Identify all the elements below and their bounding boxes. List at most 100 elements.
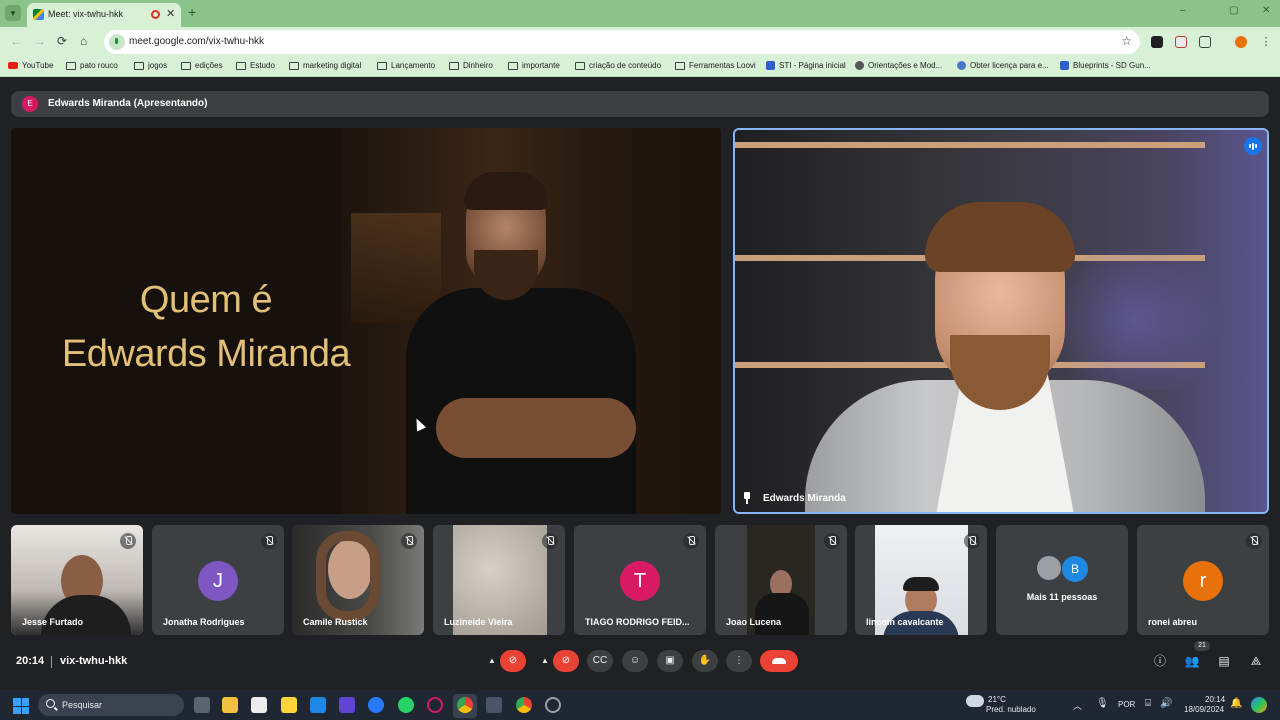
bookmark-jogos[interactable]: jogos: [134, 61, 167, 70]
folder-icon: [575, 61, 585, 70]
participant-tile[interactable]: T TIAGO RODRIGO FEID...: [574, 525, 706, 635]
copilot-icon[interactable]: [1251, 697, 1267, 713]
miro-icon[interactable]: [281, 697, 297, 713]
participant-tile[interactable]: r ronei abreu: [1137, 525, 1269, 635]
participant-tile[interactable]: Joao Lucena: [715, 525, 847, 635]
site-info-icon[interactable]: [109, 34, 125, 50]
bookmark-youtube[interactable]: YouTube: [8, 61, 53, 70]
opera-icon[interactable]: [427, 697, 443, 713]
tab-close-icon[interactable]: ✕: [166, 7, 175, 20]
minimize-button[interactable]: –: [1180, 5, 1186, 16]
tab-search-button[interactable]: ▾: [5, 5, 21, 21]
people-icon[interactable]: 👥: [1184, 653, 1200, 669]
participant-name: Camile Rustick: [303, 617, 368, 627]
participant-name: lincoln cavalcante: [866, 617, 944, 627]
participant-body: [755, 593, 809, 635]
mic-off-icon: [1246, 533, 1262, 549]
bookmark-obter-licenca[interactable]: Obter licença para e...: [957, 61, 1049, 70]
app-icon[interactable]: [486, 697, 502, 713]
bookmark-dinheiro[interactable]: Dinheiro: [449, 61, 493, 70]
bookmark-marketing-digital[interactable]: marketing digital: [289, 61, 361, 70]
pin-icon[interactable]: [743, 492, 751, 504]
mic-off-icon: [120, 533, 136, 549]
mic-toggle-button[interactable]: ⊘: [500, 650, 526, 672]
participant-avatar: r: [1183, 561, 1223, 601]
present-screen-button[interactable]: ▣: [657, 650, 683, 672]
app-icon[interactable]: [368, 697, 384, 713]
maximize-button[interactable]: ▢: [1229, 5, 1238, 16]
extension-icon[interactable]: [1151, 36, 1163, 48]
bookmark-edicoes[interactable]: edições: [181, 61, 223, 70]
bookmark-pato-rouco[interactable]: pato rouco: [66, 61, 118, 70]
bookmark-ferramentas-loovi[interactable]: Ferramentas Loovi: [675, 61, 756, 70]
more-participants-tile[interactable]: B Mais 11 pessoas: [996, 525, 1128, 635]
volume-icon[interactable]: 🔊: [1160, 698, 1172, 709]
presentation-slide[interactable]: Quem é Edwards Miranda: [11, 128, 721, 514]
taskbar-date[interactable]: 18/09/2024: [1184, 705, 1224, 714]
chrome-icon[interactable]: [516, 697, 532, 713]
camera-toggle-button[interactable]: ⊘: [553, 650, 579, 672]
profile-avatar[interactable]: [1235, 36, 1247, 48]
more-options-button[interactable]: ⋮: [726, 650, 752, 672]
audio-options-chevron-icon[interactable]: ▲: [485, 650, 499, 672]
bookmark-star-icon[interactable]: ☆: [1121, 34, 1132, 48]
captions-button[interactable]: CC: [587, 650, 613, 672]
browser-menu-icon[interactable]: ⋮: [1260, 36, 1272, 48]
forward-icon[interactable]: →: [34, 34, 46, 48]
participant-tile[interactable]: Camile Rustick: [292, 525, 424, 635]
activities-icon[interactable]: ⟁: [1248, 653, 1264, 669]
participant-tile[interactable]: J Jonatha Rodrigues: [152, 525, 284, 635]
taskbar-search[interactable]: Pesquisar: [38, 694, 184, 716]
bookmark-orientacoes[interactable]: Orientações e Mod...: [855, 61, 942, 70]
home-icon[interactable]: ⌂: [80, 34, 87, 48]
youtube-icon: [8, 62, 18, 69]
browser-tab[interactable]: Meet: vix-twhu-hkk ✕: [27, 3, 181, 27]
video-options-chevron-icon[interactable]: ▲: [538, 650, 552, 672]
leave-call-button[interactable]: [760, 650, 798, 672]
app-icon[interactable]: [339, 697, 355, 713]
chat-icon[interactable]: ▤: [1216, 653, 1232, 669]
mic-off-icon: [824, 533, 840, 549]
bookmark-blueprints[interactable]: Blueprints - SD Gun...: [1060, 61, 1151, 70]
task-view-icon[interactable]: [194, 697, 210, 713]
participant-name: ronei abreu: [1148, 617, 1198, 627]
language-indicator[interactable]: POR: [1118, 700, 1135, 709]
participant-name: TIAGO RODRIGO FEID...: [585, 617, 690, 627]
notion-icon[interactable]: [251, 697, 267, 713]
raise-hand-button[interactable]: ✋: [692, 650, 718, 672]
participant-tile[interactable]: lincoln cavalcante: [855, 525, 987, 635]
windows-start-icon[interactable]: [13, 698, 29, 714]
notification-bell-icon[interactable]: 🔔: [1230, 698, 1242, 709]
bookmark-lancamento[interactable]: Lançamento: [377, 61, 435, 70]
bookmark-criacao-de-conteudo[interactable]: criação de conteúdo: [575, 61, 661, 70]
close-window-button[interactable]: ✕: [1262, 5, 1270, 16]
back-icon[interactable]: ←: [10, 34, 22, 48]
bookmark-importante[interactable]: importante: [508, 61, 560, 70]
url-text[interactable]: meet.google.com/vix-twhu-hkk: [129, 36, 264, 47]
bookmark-sti[interactable]: STI - Página inicial: [766, 61, 846, 70]
speaker-name: Edwards Miranda: [763, 493, 846, 504]
taskbar-time[interactable]: 20:14: [1205, 695, 1225, 704]
app-icon[interactable]: [545, 697, 561, 713]
omnibox[interactable]: meet.google.com/vix-twhu-hkk ☆: [104, 30, 1140, 54]
reactions-button[interactable]: ☺: [622, 650, 648, 672]
extensions-puzzle-icon[interactable]: [1199, 36, 1211, 48]
whatsapp-icon[interactable]: [398, 697, 414, 713]
microphone-icon[interactable]: 🎙: [1096, 698, 1109, 709]
presenter-banner: E Edwards Miranda (Apresentando): [11, 91, 1269, 117]
speaker-video-tile[interactable]: Edwards Miranda: [733, 128, 1269, 514]
bookmark-estudo[interactable]: Estudo: [236, 61, 275, 70]
participant-avatar: T: [620, 561, 660, 601]
speaker-light-glow: [1035, 250, 1235, 390]
chrome-icon[interactable]: [457, 697, 473, 713]
new-tab-button[interactable]: +: [188, 4, 196, 20]
participant-tile[interactable]: Luzineide Vieira: [433, 525, 565, 635]
tray-chevron-icon[interactable]: ︿: [1073, 699, 1082, 712]
network-icon[interactable]: ⌸: [1145, 698, 1151, 709]
extension-icon[interactable]: [1175, 36, 1187, 48]
reload-icon[interactable]: ⟳: [57, 34, 67, 48]
trello-icon[interactable]: [310, 697, 326, 713]
meeting-info-icon[interactable]: ⓘ: [1152, 653, 1168, 669]
participant-tile[interactable]: Jesse Furtado: [11, 525, 143, 635]
file-explorer-icon[interactable]: [222, 697, 238, 713]
